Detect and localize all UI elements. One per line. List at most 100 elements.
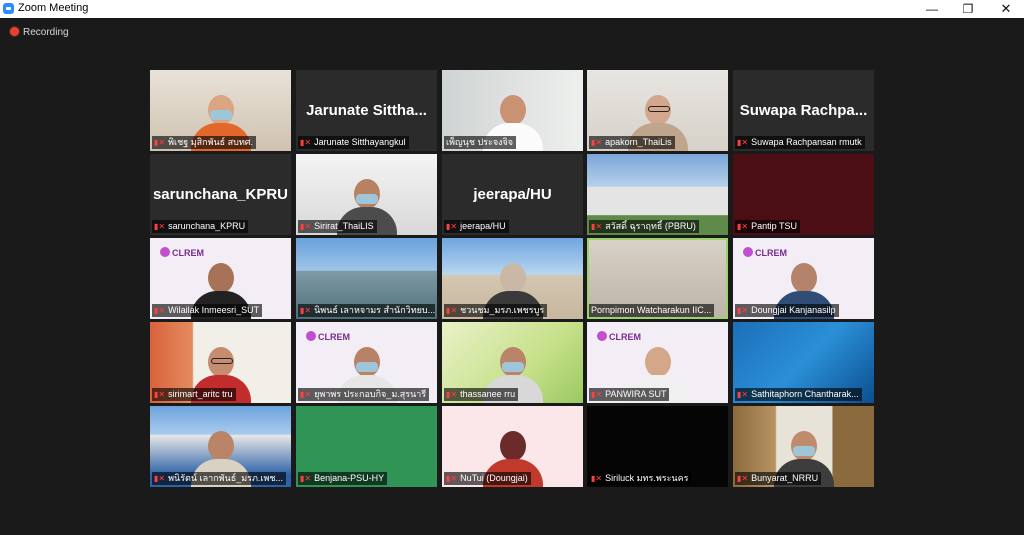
participant-name: Suwapa Rachpansan rmutk [751, 137, 862, 147]
participant-label: ▮✕ Wilailak Inmeesri_SUT [152, 304, 263, 317]
mic-muted-icon: ▮✕ [300, 306, 312, 315]
video-tile[interactable]: ▮✕ Bunyarat_NRRU [733, 406, 874, 487]
video-tile[interactable]: ▮✕ สวัสดิ์ ฉุราฤทธิ์ (PBRU) [587, 154, 728, 235]
video-tile[interactable]: Suwapa Rachpa... ▮✕ Suwapa Rachpansan rmu… [733, 70, 874, 151]
video-tile[interactable]: ▮✕ นิพนธ์ เลาหจามร สำนักวิทยบ... [296, 238, 437, 319]
participant-label: ▮✕ Jarunate Sitthayangkul [298, 136, 409, 149]
participant-name: thassanee rru [460, 389, 516, 399]
video-tile[interactable]: CLREM ▮✕ PANWIRA SUT [587, 322, 728, 403]
video-tile[interactable]: ▮✕ Pantip TSU [733, 154, 874, 235]
participant-label: ▮✕ พิเชฐ มุสิกพันธ์ สบทศ. [152, 136, 256, 149]
video-tile[interactable]: CLREM ▮✕ Doungjai Kanjanasilp [733, 238, 874, 319]
participant-label: ▮✕ สวัสดิ์ ฉุราฤทธิ์ (PBRU) [589, 220, 699, 233]
video-tile[interactable]: ▮✕ Benjana-PSU-HY [296, 406, 437, 487]
mic-muted-icon: ▮✕ [300, 390, 312, 399]
participant-placeholder-name: Suwapa Rachpa... [739, 102, 868, 119]
video-tile[interactable]: jeerapa/HU ▮✕ jeerapa/HU [442, 154, 583, 235]
participant-label: ▮✕ Siriluck มทร.พระนคร [589, 472, 692, 485]
participant-placeholder-name: Jarunate Sittha... [306, 102, 427, 119]
video-tile[interactable]: Jarunate Sittha... ▮✕ Jarunate Sitthayang… [296, 70, 437, 151]
participant-name: Pantip TSU [751, 221, 797, 231]
mic-muted-icon: ▮✕ [154, 474, 166, 483]
mic-muted-icon: ▮✕ [446, 474, 458, 483]
video-tile[interactable]: ▮✕ apakorn_ThaiLis [587, 70, 728, 151]
participant-name: ยุพาพร ประกอบกิจ_ม.สุรนารี [314, 389, 427, 399]
clrem-logo-icon [160, 247, 170, 257]
participant-name: Wilailak Inmeesri_SUT [168, 305, 260, 315]
participant-name: Benjana-PSU-HY [314, 473, 385, 483]
logo-text: CLREM [172, 248, 204, 258]
clrem-logo-icon [306, 331, 316, 341]
mic-muted-icon: ▮✕ [591, 474, 603, 483]
participant-label: ▮✕ Sirirat_ThaiLIS [298, 220, 377, 233]
participant-label: เพ็ญนุช ประจงจิจ [444, 136, 517, 149]
participant-label: ▮✕ NuTui (Doungjai) [444, 472, 531, 485]
participant-label: ▮✕ Bunyarat_NRRU [735, 472, 822, 485]
mic-muted-icon: ▮✕ [300, 474, 312, 483]
video-tile[interactable]: ▮✕ Siriluck มทร.พระนคร [587, 406, 728, 487]
participant-name: พนิรัตน์ เลากพันธ์_มรภ.เพช... [168, 473, 284, 483]
recording-indicator[interactable]: Recording [10, 27, 69, 38]
zoom-app-icon [3, 3, 14, 14]
video-tile[interactable]: ▮✕ NuTui (Doungjai) [442, 406, 583, 487]
participant-name: NuTui (Doungjai) [460, 473, 528, 483]
window-titlebar: Zoom Meeting — ❐ ✕ [0, 0, 1024, 18]
participant-label: ▮✕ ชวนชม_มรภ.เพชรบูร [444, 304, 548, 317]
participant-name: สวัสดิ์ ฉุราฤทธิ์ (PBRU) [605, 221, 696, 231]
mic-muted-icon: ▮✕ [154, 306, 166, 315]
video-tile[interactable]: ▮✕ thassanee rru [442, 322, 583, 403]
restore-icon[interactable]: ❐ [948, 0, 988, 18]
close-icon[interactable]: ✕ [986, 0, 1024, 18]
mic-muted-icon: ▮✕ [300, 222, 312, 231]
video-tile[interactable]: Pornpimon Watcharakun IIC... [587, 238, 728, 319]
logo-text: CLREM [318, 332, 350, 342]
participant-label: ▮✕ apakorn_ThaiLis [589, 136, 675, 149]
clrem-logo-icon [743, 247, 753, 257]
participant-name: PANWIRA SUT [605, 389, 667, 399]
video-tile[interactable]: CLREM ▮✕ Wilailak Inmeesri_SUT [150, 238, 291, 319]
participant-label: ▮✕ jeerapa/HU [444, 220, 509, 233]
video-tile[interactable]: ▮✕ ชวนชม_มรภ.เพชรบูร [442, 238, 583, 319]
participant-label: Pornpimon Watcharakun IIC... [589, 304, 715, 317]
participant-label: ▮✕ ยุพาพร ประกอบกิจ_ม.สุรนารี [298, 388, 430, 401]
mic-muted-icon: ▮✕ [154, 138, 166, 147]
mic-muted-icon: ▮✕ [737, 306, 749, 315]
window-title: Zoom Meeting [18, 2, 89, 14]
mic-muted-icon: ▮✕ [154, 222, 166, 231]
mic-muted-icon: ▮✕ [591, 138, 603, 147]
participant-name: Sirirat_ThaiLIS [314, 221, 374, 231]
video-tile[interactable]: ▮✕ พนิรัตน์ เลากพันธ์_มรภ.เพช... [150, 406, 291, 487]
participant-label: ▮✕ thassanee rru [444, 388, 519, 401]
mic-muted-icon: ▮✕ [737, 222, 749, 231]
participant-label: ▮✕ พนิรัตน์ เลากพันธ์_มรภ.เพช... [152, 472, 287, 485]
mic-muted-icon: ▮✕ [737, 390, 749, 399]
minimize-icon[interactable]: — [912, 0, 952, 18]
video-tile[interactable]: ▮✕ Sirirat_ThaiLIS [296, 154, 437, 235]
participant-name: Jarunate Sitthayangkul [314, 137, 406, 147]
recording-label: Recording [23, 27, 69, 38]
video-tile[interactable]: ▮✕ sirimart_aritc tru [150, 322, 291, 403]
participant-name: เพ็ญนุช ประจงจิจ [446, 137, 514, 147]
video-tile[interactable]: เพ็ญนุช ประจงจิจ [442, 70, 583, 151]
participant-name: jeerapa/HU [460, 221, 506, 231]
participant-name: Bunyarat_NRRU [751, 473, 819, 483]
participant-label: ▮✕ Benjana-PSU-HY [298, 472, 388, 485]
logo-text: CLREM [609, 332, 641, 342]
participant-label: ▮✕ sarunchana_KPRU [152, 220, 249, 233]
participant-label: ▮✕ Suwapa Rachpansan rmutk [735, 136, 865, 149]
participant-name: apakorn_ThaiLis [605, 137, 672, 147]
participant-name: Siriluck มทร.พระนคร [605, 473, 689, 483]
mic-muted-icon: ▮✕ [446, 222, 458, 231]
video-tile[interactable]: ▮✕ พิเชฐ มุสิกพันธ์ สบทศ. [150, 70, 291, 151]
mic-muted-icon: ▮✕ [737, 474, 749, 483]
participant-label: ▮✕ sirimart_aritc tru [152, 388, 236, 401]
video-tile[interactable]: ▮✕ Sathitaphorn Chantharak... [733, 322, 874, 403]
participant-name: sarunchana_KPRU [168, 221, 246, 231]
video-tile[interactable]: CLREM ▮✕ ยุพาพร ประกอบกิจ_ม.สุรนารี [296, 322, 437, 403]
participant-name: ชวนชม_มรภ.เพชรบูร [460, 305, 545, 315]
video-tile[interactable]: sarunchana_KPRU ▮✕ sarunchana_KPRU [150, 154, 291, 235]
mic-muted-icon: ▮✕ [446, 390, 458, 399]
clrem-logo-icon [597, 331, 607, 341]
recording-icon [10, 27, 19, 36]
mic-muted-icon: ▮✕ [737, 138, 749, 147]
